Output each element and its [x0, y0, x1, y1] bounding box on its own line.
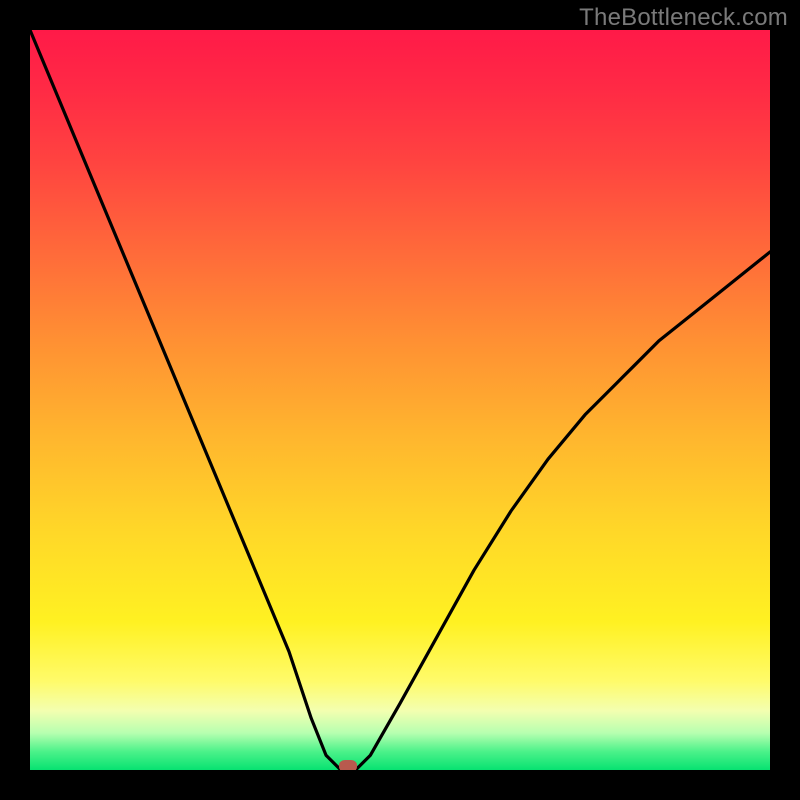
- curve-line: [30, 30, 770, 770]
- minimum-marker: [339, 760, 357, 770]
- plot-area: [30, 30, 770, 770]
- bottleneck-curve: [30, 30, 770, 770]
- watermark-text: TheBottleneck.com: [579, 4, 788, 32]
- chart-frame: TheBottleneck.com: [0, 0, 800, 800]
